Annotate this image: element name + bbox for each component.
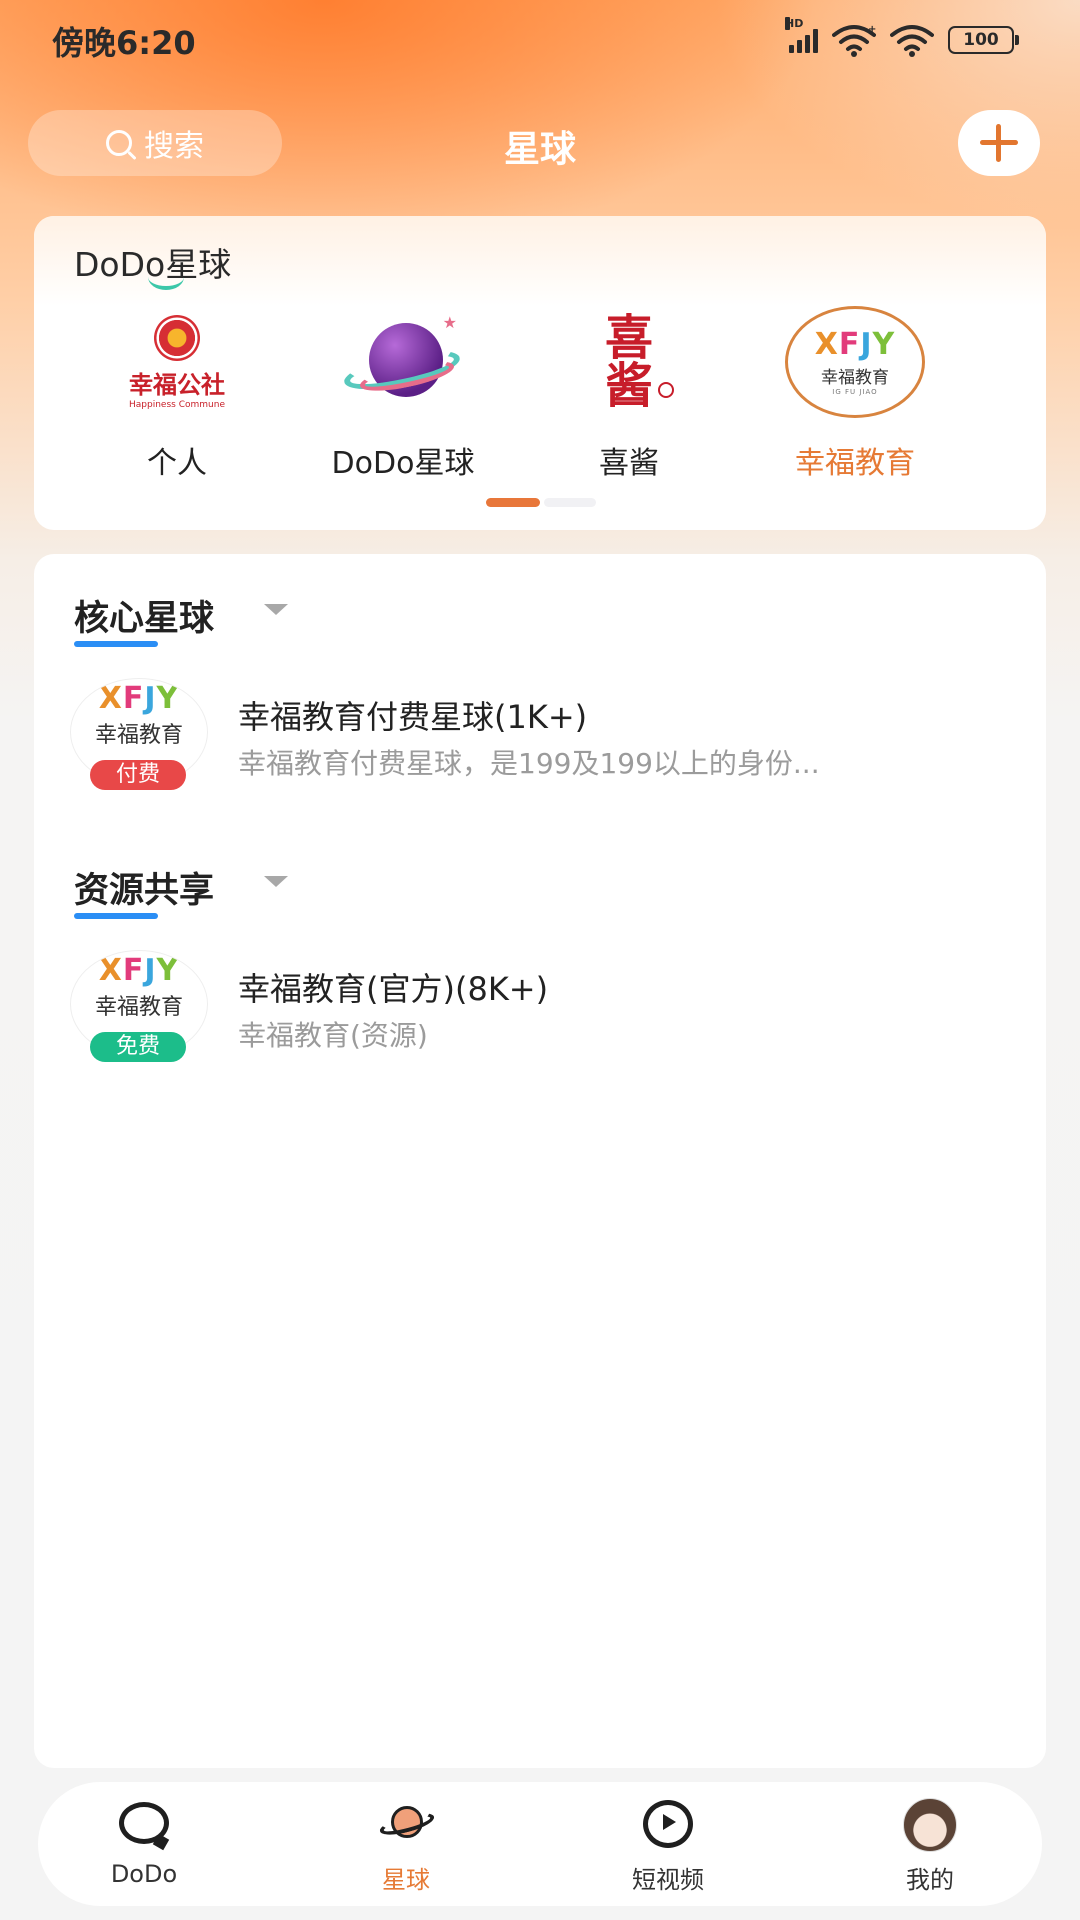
planet-item-personal[interactable]: 幸福公社 Happiness Commune 个人 [64,302,290,482]
status-time: 傍晚6:20 [52,24,196,62]
status-bar: 傍晚6:20 HD + 100 [0,0,1080,80]
flower-logo-icon [154,314,200,361]
avatar-icon [901,1798,959,1852]
avatar: XFJY 幸福教育 免费 [70,950,208,1062]
nav-item-planet[interactable]: 星球 [326,1798,486,1895]
planet-label: 幸福教育 [795,446,915,481]
list-item-title: 幸福教育付费星球(1K+) [238,698,588,736]
planet-item-xingfu-education[interactable]: XFJY 幸福教育 IG FU JIAO 幸福教育 [742,302,968,482]
logo-subtext: IG FU JIAO [832,387,878,396]
planet-logo-dodo: ★ [328,302,478,422]
list-item[interactable]: XFJY 幸福教育 免费 幸福教育(官方)(8K+) 幸福教育(资源) [70,950,1020,1070]
nav-item-short-video[interactable]: 短视频 [588,1798,748,1895]
logo-text: 幸福公社 [129,370,225,399]
nav-item-dodo[interactable]: DoDo [64,1798,224,1888]
planet-label: DoDo星球 [331,446,475,481]
section-title: 核心星球 [74,599,215,639]
cell-signal-icon: HD [785,17,818,53]
bottom-nav: DoDo 星球 短视频 我的 [38,1782,1042,1906]
chevron-down-icon[interactable] [264,876,288,887]
nav-label: 星球 [382,1866,430,1894]
pager-dot [544,498,596,507]
list-item-title: 幸福教育(官方)(8K+) [238,970,549,1008]
logo-text: 幸福教育 [821,367,889,388]
wifi-icon-2 [890,25,934,57]
list-item-desc: 幸福教育(资源) [238,1019,428,1052]
wifi-icon: + [832,24,876,57]
nav-label: DoDo [110,1860,178,1888]
avatar: XFJY 幸福教育 付费 [70,678,208,790]
status-icons: HD + 100 [785,17,1019,58]
battery-icon: 100 [948,26,1019,54]
free-badge: 免费 [90,1032,186,1062]
planet-item-dodo[interactable]: ★ DoDo星球 [290,302,516,482]
avatar-text: 幸福教育 [94,995,183,1020]
calligraphy-logo: 喜 酱 [604,310,653,414]
plus-icon [980,124,1018,162]
planet-label: 个人 [147,446,207,481]
list-item[interactable]: XFJY 幸福教育 付费 幸福教育付费星球(1K+) 幸福教育付费星球，是199… [70,678,1020,798]
hd-label: HD [785,17,804,30]
svg-text:+: + [868,24,876,35]
section-underline [74,913,158,919]
planet-logo-xfjy: XFJY 幸福教育 IG FU JIAO [780,302,930,422]
planet-icon [377,1798,437,1850]
paid-badge: 付费 [90,760,186,790]
chat-bubble-icon [115,1798,173,1851]
planets-carousel-card: DoDo星球 幸福公社 Happiness Commune 个人 ★ DoDo星… [34,216,1046,530]
chevron-down-icon[interactable] [264,604,288,615]
planet-items: 幸福公社 Happiness Commune 个人 ★ DoDo星球 喜 酱 喜… [34,302,1046,482]
logo-subtext: Happiness Commune [129,399,225,410]
page-title: 星球 [503,129,576,170]
planet-logo-personal: 幸福公社 Happiness Commune [102,302,252,422]
avatar-text: 幸福教育 [94,723,183,748]
carousel-pager [486,498,596,507]
section-underline [74,641,158,647]
xfjy-logo-icon: XFJY 幸福教育 IG FU JIAO [785,306,925,418]
nav-label: 短视频 [632,1866,704,1894]
top-header: 搜索 星球 [0,108,1080,178]
planet-label: 喜酱 [599,446,659,481]
seal-icon [658,382,674,398]
pager-dot-active [486,498,540,507]
nav-label: 我的 [906,1866,954,1894]
planet-item-xijiang[interactable]: 喜 酱 喜酱 [516,302,742,482]
section-title: 资源共享 [74,871,215,911]
planet-logo-xijiang: 喜 酱 [554,302,704,422]
section-header-resources[interactable]: 资源共享 [74,862,215,919]
list-item-desc: 幸福教育付费星球，是199及199以上的身份... [238,747,820,780]
section-header-core[interactable]: 核心星球 [74,590,215,647]
add-button[interactable] [958,110,1040,176]
planet-logo-icon: ★ [341,313,463,407]
planet-list-card: 核心星球 XFJY 幸福教育 付费 幸福教育付费星球(1K+) 幸福教育付费星球… [34,554,1046,1768]
nav-item-me[interactable]: 我的 [850,1798,1010,1895]
title-decoration-icon [148,264,184,290]
play-circle-icon [639,1798,697,1850]
